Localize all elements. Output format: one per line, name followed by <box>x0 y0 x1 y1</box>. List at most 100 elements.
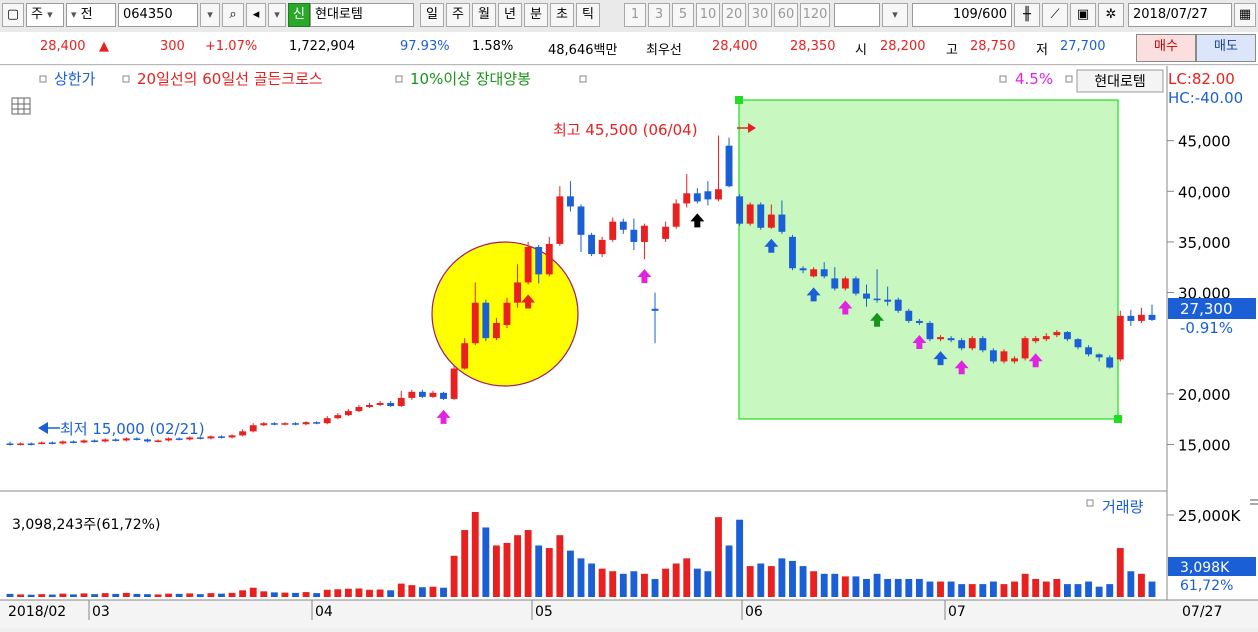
candle-body <box>672 203 680 227</box>
volume-bar <box>450 555 458 597</box>
candle-body <box>1021 338 1029 359</box>
tab-minute[interactable]: 분 <box>524 3 548 27</box>
candle-body <box>17 443 25 445</box>
search-icon[interactable]: ⌕ <box>222 3 244 27</box>
volume-bar <box>1000 584 1008 597</box>
save-icon[interactable]: ▣ <box>1070 3 1096 27</box>
volume-bar <box>48 594 56 597</box>
volume-bar <box>249 587 257 597</box>
candle-type-icon[interactable]: ╫ <box>1014 3 1040 27</box>
interval-120[interactable]: 120 <box>800 3 830 27</box>
candle-body <box>218 436 225 438</box>
tab-day[interactable]: 일 <box>420 3 444 27</box>
volume-bar <box>355 588 363 597</box>
interval-dropdown[interactable]: ▾ <box>882 3 908 27</box>
volume-bar <box>175 593 183 597</box>
window-icon[interactable]: ▢ <box>2 3 24 27</box>
volume-bar <box>101 593 109 597</box>
interval-60[interactable]: 60 <box>774 3 798 27</box>
candle-body <box>778 214 786 232</box>
scope-select[interactable]: ▾ 전 <box>66 3 116 27</box>
volume-bar <box>376 589 384 597</box>
candle-body <box>80 440 88 443</box>
tab-second[interactable]: 초 <box>550 3 574 27</box>
volume-bar <box>989 581 997 597</box>
legend-swatch <box>1086 499 1094 507</box>
interval-3[interactable]: 3 <box>648 3 670 27</box>
volume-bar <box>154 594 162 597</box>
candle-body <box>725 145 733 187</box>
legend-long-bull: 10%이상 장대양봉 <box>410 70 531 88</box>
volume-bar <box>598 568 606 597</box>
stock-name-field[interactable]: 현대로템 <box>310 3 414 27</box>
volume-bar <box>609 571 617 597</box>
tab-year[interactable]: 년 <box>498 3 522 27</box>
sell-button[interactable]: 매도 <box>1196 34 1256 62</box>
candle-body <box>101 439 109 442</box>
interval-input[interactable] <box>834 3 880 27</box>
turnover-rate: 1.58% <box>472 39 514 54</box>
volume-bar <box>524 530 532 597</box>
volume-bar <box>979 584 987 597</box>
candle-body <box>863 293 870 299</box>
pane-menu-icon[interactable] <box>1250 499 1258 505</box>
candle-body <box>133 438 141 440</box>
candle-body <box>503 302 511 325</box>
legend-top-right: 4.5% 현대로템 <box>999 69 1164 93</box>
date-tick-label: 07/27 <box>1182 604 1222 620</box>
tab-tick[interactable]: 틱 <box>576 3 600 27</box>
candle-body <box>387 402 395 406</box>
volume-bar <box>863 578 870 597</box>
highlight-handle[interactable] <box>1114 415 1122 423</box>
buy-button[interactable]: 매수 <box>1136 34 1196 62</box>
interval-20[interactable]: 20 <box>722 3 746 27</box>
candle-body <box>979 338 987 351</box>
volume-bar <box>778 558 786 597</box>
indicator-icon[interactable]: ⟋ <box>1042 3 1068 27</box>
stock-code-input[interactable]: 064350 <box>118 3 198 27</box>
volume-current-pct: 61,72% <box>1180 578 1233 594</box>
volume-bar <box>281 592 289 597</box>
period-select[interactable]: 주 ▾ <box>26 3 64 27</box>
volume-bar <box>270 592 278 597</box>
candle-body <box>239 431 247 436</box>
menu-chevron-icon[interactable]: ▾ <box>268 3 286 27</box>
legend-swatch <box>122 75 130 83</box>
high-annotation: 최고 45,500 (06/04) <box>553 121 698 139</box>
calendar-icon[interactable]: ▦ <box>1234 3 1256 27</box>
volume-bar <box>133 593 141 597</box>
volume-bar <box>841 576 849 597</box>
date-field[interactable]: 2018/07/27 <box>1128 3 1232 27</box>
volume-bar <box>894 578 902 597</box>
volume-bar <box>408 585 416 597</box>
interval-10[interactable]: 10 <box>696 3 720 27</box>
candle-body <box>6 443 14 445</box>
candle-body <box>154 440 162 442</box>
interval-30[interactable]: 30 <box>748 3 772 27</box>
high-price: 28,750 <box>970 39 1016 54</box>
candle-body <box>1063 332 1071 340</box>
candle-body <box>746 204 754 224</box>
volume-ratio: 97.93% <box>400 39 450 54</box>
candle-body <box>577 206 585 235</box>
signal-arrow-icon <box>637 269 652 284</box>
grid-table-icon[interactable] <box>11 97 31 115</box>
interval-5[interactable]: 5 <box>672 3 694 27</box>
volume-bar <box>1095 586 1103 597</box>
volume-bar <box>218 593 225 597</box>
highlight-handle[interactable] <box>735 96 743 104</box>
legend-golden-cross: 20일선의 60일선 골든크로스 <box>137 70 323 88</box>
ask-price: 28,400 <box>712 39 758 54</box>
price-tick-label: 15,000 <box>1178 436 1231 454</box>
tab-month[interactable]: 월 <box>472 3 496 27</box>
tab-week[interactable]: 주 <box>446 3 470 27</box>
volume-bar <box>429 586 437 597</box>
prev-stock-icon[interactable]: ◂ <box>246 3 266 27</box>
candle-body <box>937 337 944 340</box>
volume-bar <box>789 560 796 597</box>
dropdown-button[interactable]: ▾ <box>200 3 220 27</box>
gear-icon[interactable]: ✲ <box>1098 3 1124 27</box>
count-field[interactable]: 109/600 <box>912 3 1012 27</box>
volume-bar <box>260 591 268 597</box>
interval-1[interactable]: 1 <box>624 3 646 27</box>
